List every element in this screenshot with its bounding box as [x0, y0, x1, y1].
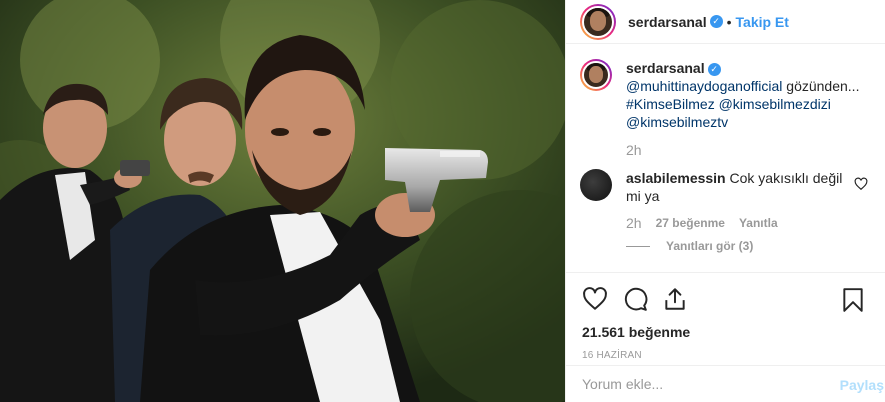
commenter-username[interactable]: aslabilemessin: [626, 170, 726, 186]
comment-time[interactable]: 2h: [626, 215, 642, 231]
post-date[interactable]: 16 HAZİRAN: [582, 350, 870, 361]
caption-body: gözünden...: [782, 78, 860, 94]
comment-meta: 2h 27 beğenme Yanıtla: [626, 215, 870, 231]
post-side-panel: serdarsanal ✓ • Takip Et serdarsanal ✓ @m…: [565, 0, 885, 402]
bookmark-icon[interactable]: [842, 287, 864, 313]
verified-badge-icon: ✓: [707, 62, 721, 76]
likes-count[interactable]: 21.561 beğenme: [582, 324, 870, 340]
replies-divider: [626, 245, 650, 247]
commenter-avatar[interactable]: [580, 169, 612, 201]
header-separator: •: [726, 13, 732, 30]
author-avatar[interactable]: [580, 3, 616, 40]
reply-button[interactable]: Yanıtla: [739, 216, 778, 230]
caption-avatar[interactable]: [580, 59, 612, 91]
caption: serdarsanal ✓ @muhittinaydoganofficial gö…: [580, 59, 870, 159]
heart-icon[interactable]: [582, 286, 608, 312]
caption-mention-link[interactable]: @kimsebilmezdizi: [719, 96, 831, 112]
share-icon[interactable]: [662, 286, 688, 312]
post-comment-button[interactable]: Paylaş: [840, 377, 884, 393]
caption-text: serdarsanal ✓ @muhittinaydoganofficial gö…: [626, 59, 862, 159]
caption-mention-link[interactable]: @muhittinaydoganofficial: [626, 78, 782, 94]
verified-badge-icon: ✓: [709, 15, 723, 28]
comments-section: serdarsanal ✓ @muhittinaydoganofficial gö…: [566, 45, 885, 271]
comment-bubble-icon[interactable]: [622, 286, 648, 312]
caption-mention-link[interactable]: @kimsebilmeztv: [626, 114, 728, 130]
caption-username[interactable]: serdarsanal: [626, 60, 705, 76]
comment-item: aslabilemessin Cok yakısıklı değil mi ya: [580, 169, 870, 205]
follow-button[interactable]: Takip Et: [736, 14, 789, 30]
post-header: serdarsanal ✓ • Takip Et: [566, 0, 885, 44]
caption-hashtag-link[interactable]: #KimseBilmez: [626, 96, 715, 112]
caption-time[interactable]: 2h: [626, 141, 862, 159]
view-replies-button[interactable]: Yanıtları gör (3): [626, 239, 870, 253]
action-icons: [582, 283, 870, 315]
view-replies-label: Yanıtları gör (3): [666, 239, 754, 253]
post-image[interactable]: [0, 0, 565, 402]
comment-likes[interactable]: 27 beğenme: [656, 216, 725, 230]
post-actions: 21.561 beğenme 16 HAZİRAN: [566, 272, 885, 364]
add-comment-bar: Paylaş: [566, 365, 885, 402]
post-photo: [0, 0, 565, 402]
author-username[interactable]: serdarsanal: [628, 14, 707, 30]
comment-input[interactable]: [582, 376, 832, 392]
comment-text: aslabilemessin Cok yakısıklı değil mi ya: [626, 169, 856, 205]
heart-icon[interactable]: [854, 177, 868, 191]
